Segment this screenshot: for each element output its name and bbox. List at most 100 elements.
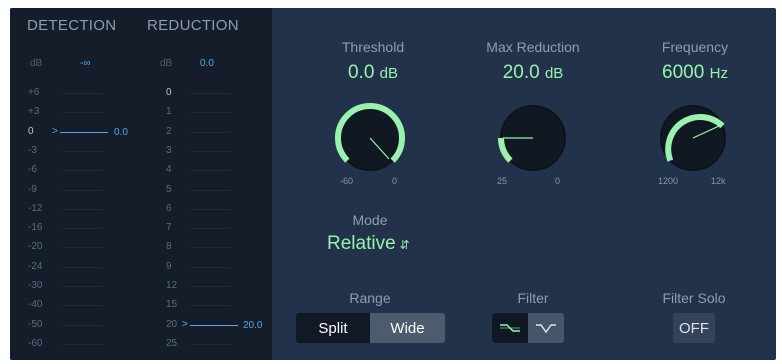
detection-scale-label: -6	[28, 164, 37, 176]
frequency-unit: Hz	[709, 65, 728, 82]
range-segmented-control: Split Wide	[296, 313, 445, 343]
detection-scale-tick	[62, 170, 102, 172]
detection-scale-label: +3	[28, 106, 40, 118]
detection-scale-label: -30	[28, 280, 43, 291]
max-reduction-label: Max Reduction	[486, 39, 580, 55]
filter-label: Filter	[517, 290, 549, 306]
reduction-scale-label: 12	[166, 280, 178, 291]
frequency-value[interactable]: 6000 Hz	[635, 62, 755, 84]
detection-scale-tick	[62, 247, 102, 249]
detection-scale-tick	[62, 208, 102, 210]
max-reduction-unit: dB	[544, 65, 564, 82]
range-label: Range	[349, 290, 391, 306]
threshold-number: 0.0	[347, 62, 375, 83]
detection-scale-label: -12	[28, 202, 43, 214]
reduction-title: REDUCTION	[147, 17, 239, 34]
reduction-scale-tick	[190, 286, 230, 287]
detection-peak-value: -∞	[80, 58, 91, 69]
detection-scale-tick	[62, 228, 102, 230]
detection-marker-icon[interactable]: >	[52, 127, 58, 137]
reduction-scale-tick	[190, 131, 230, 133]
reduction-scale-label: 4	[166, 164, 172, 176]
reduction-scale-label: 8	[166, 241, 172, 253]
reduction-scale-tick	[190, 305, 230, 307]
reduction-scale-label: 1	[166, 106, 172, 118]
reduction-scale-tick	[190, 170, 230, 172]
detection-scale-tick	[62, 343, 102, 345]
detection-scale-tick	[62, 305, 102, 307]
filter-solo-label: Filter Solo	[662, 290, 726, 306]
detection-scale-label: -20	[28, 241, 43, 253]
threshold-knob[interactable]	[325, 98, 415, 178]
reduction-scale-label: 7	[166, 222, 172, 234]
detection-scale-label: 0	[28, 125, 34, 137]
detection-scale-tick	[62, 266, 102, 268]
detection-scale-label: +6	[28, 87, 40, 98]
frequency-min-label: 1200	[658, 176, 679, 186]
deesser-plugin-window: DETECTION REDUCTION dB -∞ dB 0.0 +6 +3 0 -3…	[10, 8, 776, 360]
meter-panel: DETECTION REDUCTION dB -∞ dB 0.0 +6 +3 0 -3…	[10, 8, 272, 360]
chevron-updown-icon: ⇵	[399, 238, 410, 252]
threshold-value[interactable]: 0.0 dB	[313, 62, 433, 84]
reduction-scale-label: 2	[166, 125, 172, 137]
reduction-marker-icon[interactable]: >	[182, 320, 188, 330]
max-reduction-min-label: 25	[497, 176, 508, 186]
detection-scale-label: -60	[28, 337, 43, 349]
detection-scale-label: -50	[28, 318, 43, 330]
reduction-scale-label: 6	[166, 202, 172, 214]
range-split-button[interactable]: Split	[296, 313, 370, 343]
reduction-marker-value: 20.0	[243, 320, 263, 331]
detection-scale-label: -3	[28, 144, 37, 156]
high-pass-filter-icon	[500, 324, 520, 332]
max-reduction-number: 20.0	[502, 62, 540, 83]
detection-marker-value: 0.0	[114, 127, 128, 138]
frequency-number: 6000	[662, 62, 705, 83]
threshold-min-label: -60	[340, 176, 354, 186]
reduction-scale-tick	[190, 93, 230, 94]
reduction-scale-label: 9	[166, 260, 172, 272]
detection-scale-label: -24	[28, 260, 43, 272]
reduction-scale-label: 3	[166, 144, 172, 156]
range-wide-button[interactable]: Wide	[370, 313, 445, 343]
peak-filter-icon	[536, 324, 556, 334]
frequency-knob[interactable]	[648, 98, 738, 178]
reduction-scale-tick	[190, 228, 230, 230]
detection-scale-tick	[62, 286, 102, 287]
mode-select[interactable]: Relative ⇵	[327, 233, 410, 255]
detection-marker-line	[60, 132, 108, 133]
reduction-scale-tick	[190, 208, 230, 210]
reduction-scale-label: 5	[166, 183, 172, 195]
reduction-scale-tick	[190, 189, 230, 191]
detection-scale-label: -9	[28, 183, 37, 195]
reduction-scale-tick	[190, 343, 230, 345]
threshold-max-label: 0	[392, 176, 398, 186]
frequency-label: Frequency	[661, 39, 729, 55]
high-pass-filter-button[interactable]	[492, 313, 528, 343]
reduction-unit: dB	[160, 58, 173, 69]
reduction-scale-label: 25	[166, 337, 178, 349]
filter-segmented-control	[492, 313, 564, 343]
detection-scale-tick	[62, 189, 102, 191]
threshold-label: Threshold	[341, 39, 405, 55]
reduction-scale-tick	[190, 247, 230, 249]
max-reduction-knob[interactable]	[488, 98, 578, 178]
reduction-scale-label: 15	[166, 299, 178, 311]
reduction-scale-tick	[190, 112, 230, 114]
filter-solo-button[interactable]: OFF	[673, 313, 715, 343]
reduction-peak-value: 0.0	[200, 58, 214, 69]
detection-unit: dB	[30, 58, 43, 69]
detection-scale-tick	[62, 93, 102, 94]
max-reduction-max-label: 0	[555, 176, 561, 186]
threshold-unit: dB	[379, 65, 399, 82]
mode-label: Mode	[352, 212, 388, 228]
reduction-scale-label: 0	[166, 87, 172, 98]
detection-scale-tick	[62, 324, 102, 326]
peak-filter-button[interactable]	[528, 313, 564, 343]
detection-scale-tick	[62, 112, 102, 114]
mode-value: Relative	[327, 233, 396, 254]
reduction-scale-tick	[190, 266, 230, 268]
reduction-marker-line	[190, 325, 238, 326]
detection-title: DETECTION	[27, 17, 117, 34]
reduction-scale-tick	[190, 150, 230, 152]
max-reduction-value[interactable]: 20.0 dB	[472, 62, 594, 84]
